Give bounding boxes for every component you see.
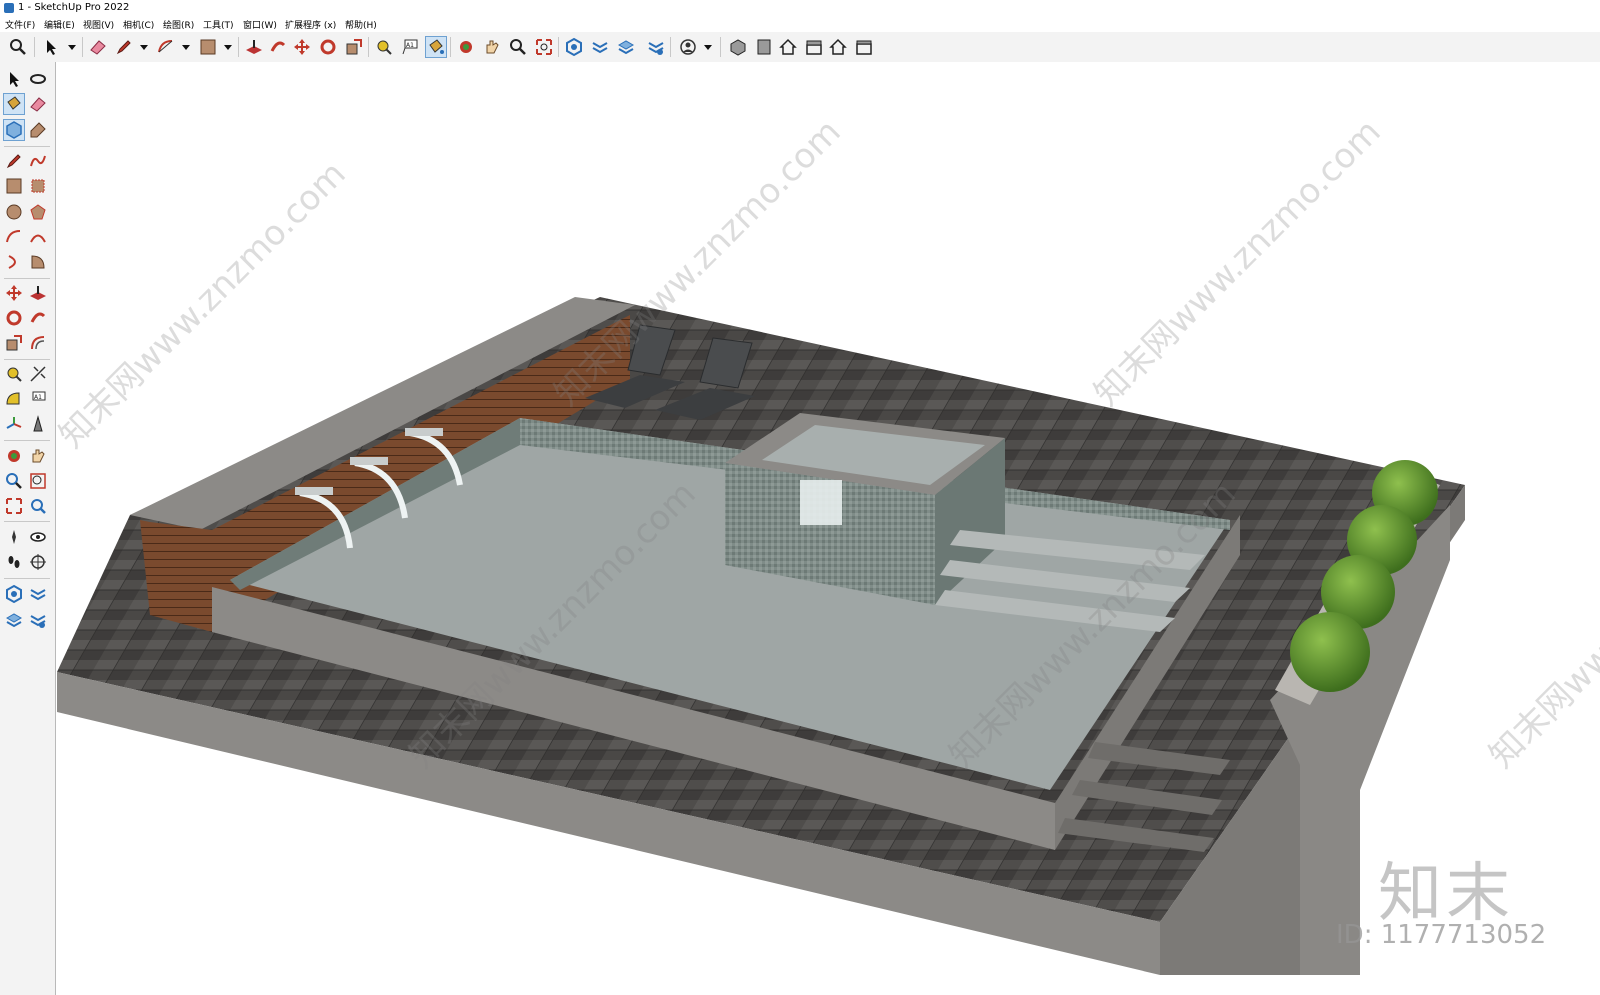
section-plane-icon[interactable] bbox=[28, 552, 48, 572]
circle-icon[interactable] bbox=[4, 202, 24, 222]
three-point-arc-icon[interactable] bbox=[4, 252, 24, 272]
styles-icon[interactable] bbox=[28, 610, 48, 630]
account-icon[interactable] bbox=[678, 37, 698, 57]
zoom-window-icon[interactable] bbox=[28, 471, 48, 491]
tape-measure-icon[interactable] bbox=[374, 37, 394, 57]
menu-view[interactable]: 视图(V) bbox=[83, 18, 114, 31]
make-component-icon[interactable] bbox=[28, 69, 48, 89]
sandbox-icon[interactable] bbox=[28, 584, 48, 604]
spa-waterfall bbox=[800, 480, 842, 525]
push-pull-icon[interactable] bbox=[28, 283, 48, 303]
menu-camera[interactable]: 相机(C) bbox=[123, 18, 154, 31]
top-view-icon[interactable] bbox=[804, 37, 824, 57]
walk-icon[interactable] bbox=[4, 552, 24, 572]
large-tool-set: A1 bbox=[0, 62, 56, 995]
rotate-icon[interactable] bbox=[4, 308, 24, 328]
orbit-icon[interactable] bbox=[4, 446, 24, 466]
front-view-icon[interactable] bbox=[754, 37, 774, 57]
chevron-down-icon[interactable] bbox=[176, 37, 196, 57]
zoom-icon[interactable] bbox=[8, 37, 28, 57]
select-icon[interactable] bbox=[42, 37, 62, 57]
chevron-down-icon[interactable] bbox=[218, 37, 238, 57]
menu-draw[interactable]: 绘图(R) bbox=[163, 18, 194, 31]
position-camera-icon[interactable] bbox=[4, 527, 24, 547]
sandbox-icon[interactable] bbox=[590, 37, 610, 57]
svg-text:A1: A1 bbox=[34, 394, 42, 401]
scale-icon[interactable] bbox=[344, 37, 364, 57]
push-pull-icon[interactable] bbox=[244, 37, 264, 57]
house-view-icon[interactable] bbox=[828, 37, 848, 57]
menu-file[interactable]: 文件(F) bbox=[5, 18, 35, 31]
text-icon[interactable]: A1 bbox=[28, 389, 48, 409]
components-icon[interactable] bbox=[564, 37, 584, 57]
menu-window[interactable]: 窗口(W) bbox=[243, 18, 277, 31]
eraser-icon[interactable] bbox=[28, 94, 48, 114]
arc-icon[interactable] bbox=[4, 227, 24, 247]
model-id-watermark: ID: 1177713052 bbox=[1336, 920, 1547, 950]
look-around-icon[interactable] bbox=[28, 527, 48, 547]
offset-icon[interactable] bbox=[28, 333, 48, 353]
move-icon[interactable] bbox=[292, 37, 312, 57]
layers-icon[interactable] bbox=[616, 37, 636, 57]
pie-icon[interactable] bbox=[28, 252, 48, 272]
sketchup-app-icon bbox=[4, 3, 14, 13]
components-icon[interactable] bbox=[4, 584, 24, 604]
back-wall-wood bbox=[140, 520, 212, 632]
zoom-extents-icon[interactable] bbox=[534, 37, 554, 57]
tag-icon[interactable] bbox=[28, 120, 48, 140]
layers-icon[interactable] bbox=[4, 610, 24, 630]
menu-bar: 文件(F) 编辑(E) 视图(V) 相机(C) 绘图(R) 工具(T) 窗口(W… bbox=[0, 16, 1600, 32]
zoom-icon[interactable] bbox=[4, 471, 24, 491]
menu-help[interactable]: 帮助(H) bbox=[345, 18, 377, 31]
protractor-icon[interactable] bbox=[4, 389, 24, 409]
paint-bucket-icon[interactable] bbox=[425, 36, 447, 58]
menu-edit[interactable]: 编辑(E) bbox=[44, 18, 75, 31]
pan-icon[interactable] bbox=[482, 37, 502, 57]
chevron-down-icon[interactable] bbox=[134, 37, 154, 57]
title-bar: 1 - SketchUp Pro 2022 bbox=[0, 0, 1600, 16]
chevron-down-icon[interactable] bbox=[62, 37, 82, 57]
model-viewport[interactable]: 知末网www.znzmo.com 知末网www.znzmo.com 知末网www… bbox=[56, 62, 1600, 995]
dimension-icon[interactable] bbox=[28, 364, 48, 384]
pencil-icon[interactable] bbox=[114, 37, 134, 57]
iso-view-icon[interactable] bbox=[728, 37, 748, 57]
rotated-rectangle-icon[interactable] bbox=[28, 176, 48, 196]
home-view-icon[interactable] bbox=[778, 37, 798, 57]
side-view-icon[interactable] bbox=[854, 37, 874, 57]
svg-text:A1: A1 bbox=[406, 42, 414, 49]
eraser-icon[interactable] bbox=[88, 37, 108, 57]
scale-icon[interactable] bbox=[4, 333, 24, 353]
rectangle-icon[interactable] bbox=[4, 176, 24, 196]
window-title: 1 - SketchUp Pro 2022 bbox=[18, 2, 130, 13]
zoom-extents-icon[interactable] bbox=[4, 496, 24, 516]
two-point-arc-icon[interactable] bbox=[28, 227, 48, 247]
menu-extensions[interactable]: 扩展程序 (x) bbox=[285, 18, 336, 31]
pencil-icon[interactable] bbox=[4, 151, 24, 171]
pan-icon[interactable] bbox=[28, 446, 48, 466]
axes-icon[interactable] bbox=[4, 414, 24, 434]
arc-icon[interactable] bbox=[156, 37, 176, 57]
tape-measure-icon[interactable] bbox=[4, 364, 24, 384]
main-toolbar: A1 bbox=[0, 32, 1600, 63]
orbit-icon[interactable] bbox=[456, 37, 476, 57]
follow-me-icon[interactable] bbox=[28, 308, 48, 328]
zoom-window-icon[interactable] bbox=[508, 37, 528, 57]
menu-tools[interactable]: 工具(T) bbox=[203, 18, 234, 31]
rotate-icon[interactable] bbox=[318, 37, 338, 57]
3d-text-icon[interactable] bbox=[28, 414, 48, 434]
chevron-down-icon[interactable] bbox=[698, 37, 718, 57]
move-icon[interactable] bbox=[4, 283, 24, 303]
paint-bucket-icon[interactable] bbox=[3, 93, 25, 115]
components-icon[interactable] bbox=[3, 119, 25, 141]
select-icon[interactable] bbox=[4, 69, 24, 89]
text-icon[interactable]: A1 bbox=[400, 37, 420, 57]
polygon-icon[interactable] bbox=[28, 202, 48, 222]
rectangle-icon[interactable] bbox=[198, 37, 218, 57]
freehand-icon[interactable] bbox=[28, 151, 48, 171]
styles-icon[interactable] bbox=[646, 37, 666, 57]
follow-me-icon[interactable] bbox=[268, 37, 288, 57]
previous-view-icon[interactable] bbox=[28, 496, 48, 516]
